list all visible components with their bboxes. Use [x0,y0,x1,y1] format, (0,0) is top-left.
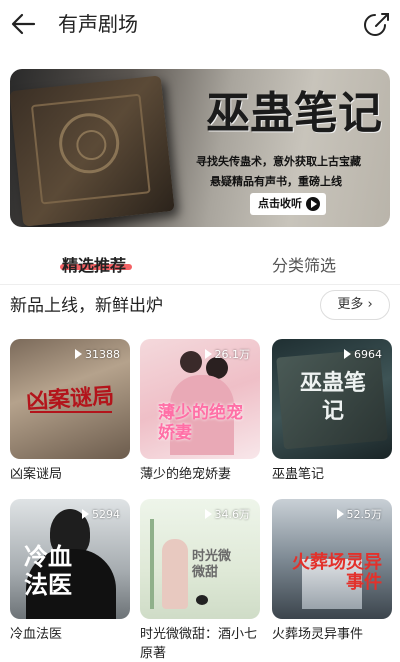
list-item[interactable]: 冷血法医 5294 冷血法医 [10,499,130,644]
tab-categories[interactable]: 分类筛选 [272,252,336,276]
item-title: 薄少的绝宠娇妻 [140,467,232,482]
item-title: 火葬场灵异事件 [272,627,364,642]
listen-button-label: 点击收听 [258,197,302,210]
list-item[interactable]: 凶案谜局 31388 凶案谜局 [10,339,130,484]
item-title: 凶案谜局 [10,467,63,482]
cover-image: 巫蛊笔记 6964 [272,339,392,459]
list-item[interactable]: 火葬场灵异事件 52.5万 火葬场灵异事件 [272,499,392,644]
tab-bar: 精选推荐 分类筛选 [0,244,400,284]
cover-title: 时光微微甜 [192,549,232,580]
play-icon [82,509,89,519]
play-icon [336,509,344,519]
section-title: 新品上线，新鲜出炉 [10,296,163,316]
back-button[interactable] [8,8,40,40]
share-button[interactable] [360,8,392,40]
list-item[interactable]: 巫蛊笔记 6964 巫蛊笔记 [272,339,392,484]
cover-image: 薄少的绝宠娇妻 26.1万 [140,339,260,459]
play-icon [344,349,351,359]
play-count: 31388 [71,345,124,363]
item-title: 冷血法医 [10,627,63,642]
cover-title: 火葬场灵异事件 [292,552,382,593]
share-icon [364,13,389,36]
cover-image: 火葬场灵异事件 52.5万 [272,499,392,619]
cover-title: 薄少的绝宠娇妻 [158,403,243,443]
item-title: 巫蛊笔记 [272,467,325,482]
top-bar: 有声剧场 [0,0,400,50]
listen-button[interactable]: 点击收听 [250,193,326,215]
banner-tagline: 寻找失传蛊术，意外获取上古宝藏 [196,155,361,168]
banner-title: 巫蛊笔记 [206,88,382,139]
cover-image: 凶案谜局 31388 [10,339,130,459]
list-item[interactable]: 薄少的绝宠娇妻 26.1万 薄少的绝宠娇妻 [140,339,260,484]
play-count: 52.5万 [333,505,387,523]
page-title: 有声剧场 [58,12,138,36]
promo-banner[interactable]: 巫蛊笔记 寻找失传蛊术，意外获取上古宝藏 悬疑精品有声书，重磅上线 点击收听 [10,69,390,227]
play-icon [75,349,82,359]
list-item[interactable]: 时光微微甜 34.6万 时光微微甜：酒小七原著 [140,499,260,662]
banner-subtagline: 悬疑精品有声书，重磅上线 [210,175,342,188]
play-count: 5294 [78,505,124,523]
play-icon [204,349,212,359]
arrow-left-icon [11,13,36,35]
play-icon [306,197,320,211]
play-count: 6964 [340,345,386,363]
play-count: 34.6万 [201,505,255,523]
more-button-label: 更多 [337,297,364,312]
more-button[interactable]: 更多 › [320,290,390,320]
cover-title: 巫蛊笔记 [299,370,366,424]
tab-featured[interactable]: 精选推荐 [62,252,126,276]
chevron-right-icon: › [363,297,373,312]
divider [0,284,400,285]
cover-image: 冷血法医 5294 [10,499,130,619]
cover-title: 冷血法医 [24,542,72,599]
item-title: 时光微微甜：酒小七原著 [140,627,258,661]
cover-image: 时光微微甜 34.6万 [140,499,260,619]
book-illustration [10,75,175,227]
play-count: 26.1万 [201,345,255,363]
play-icon [204,509,212,519]
